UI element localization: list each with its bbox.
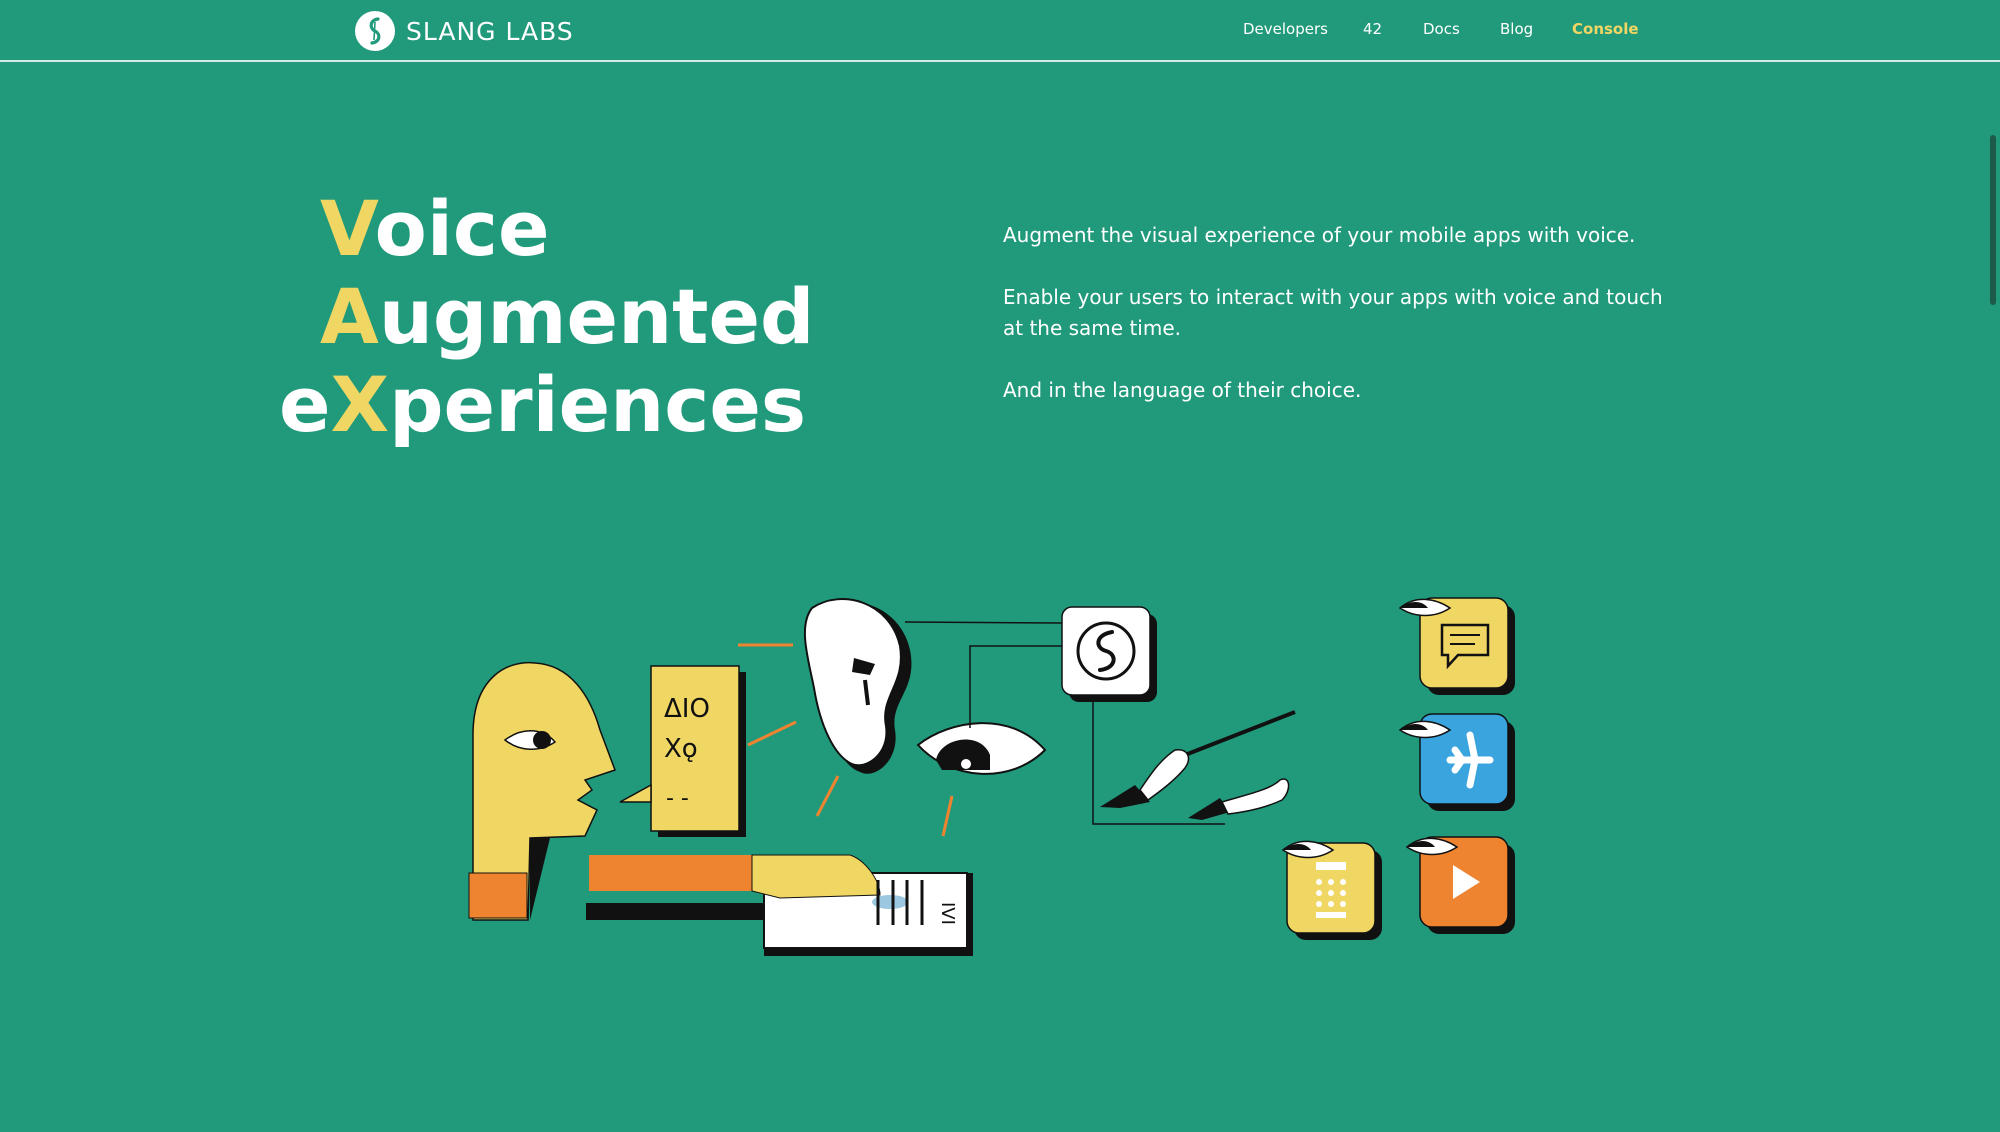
top-nav: Developers 42 Docs Blog Console xyxy=(0,20,2000,44)
svg-text:- -: - - xyxy=(666,786,689,811)
headline-rest-experiences: periences xyxy=(389,360,807,449)
svg-text:ΔIO: ΔIO xyxy=(664,694,710,724)
headline-accent-v: V xyxy=(320,184,375,273)
nav-42[interactable]: 42 xyxy=(1363,20,1382,38)
ear-icon xyxy=(803,598,912,774)
play-app-icon xyxy=(1405,836,1515,934)
calculator-app-icon xyxy=(1281,840,1382,940)
airplane-app-icon xyxy=(1398,713,1515,811)
headline-line-augmented: Augmented xyxy=(279,273,839,361)
nav-developers[interactable]: Developers xyxy=(1243,20,1328,38)
intro-paragraph-1: Augment the visual experience of your mo… xyxy=(1003,223,1636,247)
hero-headline: Voice Augmented eXperiences xyxy=(279,185,839,449)
headline-accent-a: A xyxy=(320,272,379,361)
headline-rest-augmented: ugmented xyxy=(378,272,815,361)
headline-line-experiences: eXperiences xyxy=(279,361,839,449)
speech-bubble-symbols-icon: ΔIO Xǫ - - xyxy=(619,665,746,837)
intro-paragraph-3: And in the language of their choice. xyxy=(1003,378,1362,402)
slang-logo-icon xyxy=(1061,606,1157,702)
nav-blog[interactable]: Blog xyxy=(1500,20,1533,38)
headline-accent-x: X xyxy=(330,360,390,449)
chat-app-icon xyxy=(1398,597,1515,695)
headline-rest-voice: oice xyxy=(374,184,550,273)
hero-illustration: ΔIO Xǫ - - IVI xyxy=(468,597,1515,956)
headline-line-voice: Voice xyxy=(279,185,839,273)
eye-icon xyxy=(916,722,1047,775)
svg-text:IVI: IVI xyxy=(937,902,958,925)
nav-console[interactable]: Console xyxy=(1572,20,1639,38)
conductor-hands-icon xyxy=(1100,710,1296,820)
touch-screen-icon: IVI xyxy=(586,854,973,956)
site-header: SLANG LABS Developers 42 Docs Blog Conso… xyxy=(0,0,2000,62)
page-scrollbar[interactable] xyxy=(1990,135,1996,305)
intro-paragraph-2: Enable your users to interact with your … xyxy=(1003,285,1663,340)
nav-docs[interactable]: Docs xyxy=(1423,20,1460,38)
headline-pre-experiences: e xyxy=(279,360,331,449)
hero-intro: Augment the visual experience of your mo… xyxy=(1003,220,1663,437)
svg-text:Xǫ: Xǫ xyxy=(664,734,698,764)
